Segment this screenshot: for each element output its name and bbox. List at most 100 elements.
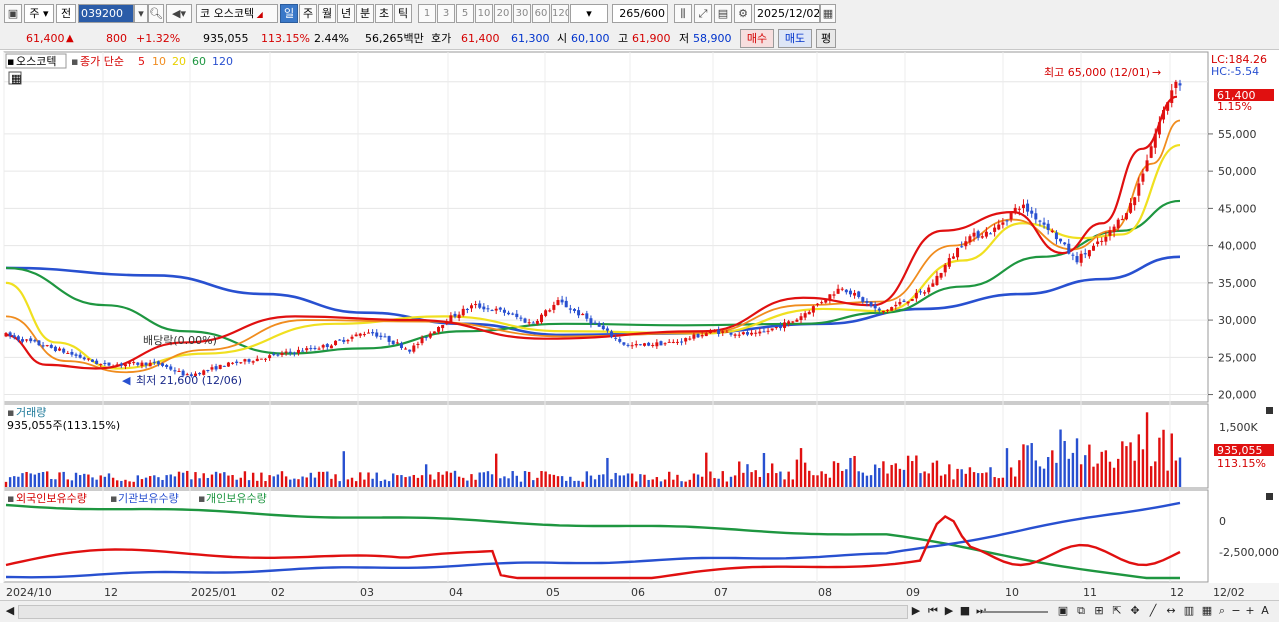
price-tick-3: 40,000 xyxy=(1218,240,1257,253)
volume-bar xyxy=(165,475,168,487)
scroll-right-icon[interactable]: ▶ xyxy=(910,603,922,619)
layout-icon[interactable]: ▣ xyxy=(1056,603,1070,619)
volume-bar xyxy=(841,470,844,487)
calendar-icon[interactable]: ▦ xyxy=(820,4,836,23)
volume-bar xyxy=(499,478,502,487)
volume-bar xyxy=(157,477,160,487)
interval-tab-60[interactable]: 60 xyxy=(532,4,550,23)
volume-bar xyxy=(37,472,41,487)
horizontal-scrollbar[interactable] xyxy=(18,605,908,619)
volume-bar xyxy=(116,480,119,487)
interval-tab-20[interactable]: 20 xyxy=(494,4,512,23)
period-tab-6[interactable]: 틱 xyxy=(394,4,412,23)
candle-type-icon[interactable]: ⫼ xyxy=(674,4,692,23)
volume-bar xyxy=(717,478,720,487)
save-icon[interactable]: ▤ xyxy=(714,4,732,23)
volume-bar xyxy=(297,479,300,487)
line-tool-icon[interactable]: ╱ xyxy=(1146,603,1160,619)
zoom-in-icon[interactable]: + xyxy=(1244,603,1256,619)
speaker-icon[interactable]: ◀▾ xyxy=(166,4,192,23)
x-tick-7: 06 xyxy=(631,586,645,599)
x-tick-4: 03 xyxy=(360,586,374,599)
market-type-label: 주 xyxy=(29,7,40,20)
stock-name-box[interactable]: 코 오스코텍 ◢ xyxy=(196,4,278,23)
pan-icon[interactable]: ✥ xyxy=(1128,603,1142,619)
stock-code-input[interactable]: 039200 xyxy=(78,4,134,23)
scroll-left-icon[interactable]: ◀ xyxy=(4,603,16,619)
interval-select[interactable]: ▾ xyxy=(570,4,608,23)
current-price: 61,400 xyxy=(26,32,65,45)
interval-tab-120[interactable]: 120 xyxy=(551,4,569,23)
volume-bar xyxy=(1121,441,1124,487)
period-tab-0[interactable]: 일 xyxy=(280,4,298,23)
first-page-icon[interactable]: ⏮ xyxy=(926,603,940,619)
volume-bar xyxy=(956,468,959,487)
volume-bar xyxy=(408,476,411,487)
split-icon[interactable]: ⊞ xyxy=(1092,603,1106,619)
volume-bar xyxy=(354,481,358,487)
table-icon[interactable]: ▦ xyxy=(1200,603,1214,619)
code-dropdown-icon[interactable]: ▾ xyxy=(134,4,148,23)
volume-bar xyxy=(45,471,49,487)
volume-bar xyxy=(470,474,473,487)
candle xyxy=(659,340,663,346)
period-tab-1[interactable]: 주 xyxy=(299,4,317,23)
volume-panel-close-icon[interactable] xyxy=(1266,407,1273,414)
volume-bar xyxy=(478,472,481,487)
copy-icon[interactable]: ⧉ xyxy=(1074,603,1088,619)
institution-legend-icon: ▪ xyxy=(110,492,117,505)
holding-panel-close-icon[interactable] xyxy=(1266,493,1273,500)
period-tab-4[interactable]: 분 xyxy=(356,4,374,23)
period-tab-3[interactable]: 년 xyxy=(337,4,355,23)
period-tab-2[interactable]: 월 xyxy=(318,4,336,23)
stock-chart[interactable]: ▪ 오스코텍 ▪ 종가 단순 5 10 20 60 120 ▦ 최고 65,00… xyxy=(0,50,1279,600)
count-display[interactable]: 265/600 xyxy=(612,4,668,23)
volume-bar xyxy=(602,474,605,487)
interval-tab-10[interactable]: 10 xyxy=(475,4,493,23)
settings-gear-icon[interactable]: ⚙ xyxy=(734,4,752,23)
zoom-out-icon[interactable]: − xyxy=(1230,603,1242,619)
search-icon[interactable]: 🔍︎ xyxy=(148,4,164,23)
zoom-slider[interactable] xyxy=(982,611,1048,613)
volume-bar xyxy=(62,471,65,487)
stop-icon[interactable]: ■ xyxy=(958,603,972,619)
change-amount: 800 xyxy=(106,32,127,45)
volume-bar xyxy=(1170,433,1173,487)
play-icon[interactable]: ▶ xyxy=(942,603,956,619)
interval-tab-30[interactable]: 30 xyxy=(513,4,531,23)
legend-individual: 개인보유수량 xyxy=(206,492,267,505)
draw-tool-icon[interactable]: ⤢ xyxy=(694,4,712,23)
market-type-select[interactable]: 주 ▾ xyxy=(24,4,54,23)
open-label: 시 xyxy=(557,32,568,45)
window-menu-icon[interactable]: ▣ xyxy=(4,4,22,23)
volume-bar xyxy=(144,477,148,487)
prev-select[interactable]: 전 xyxy=(56,4,76,23)
interval-tab-3[interactable]: 3 xyxy=(437,4,455,23)
candle xyxy=(334,340,338,346)
sell-button[interactable]: 매도 xyxy=(778,29,812,48)
period-tab-5[interactable]: 초 xyxy=(375,4,393,23)
chart-type-icon[interactable]: ▥ xyxy=(1182,603,1196,619)
font-size-icon[interactable]: A xyxy=(1258,603,1272,619)
volume-bar xyxy=(968,467,972,487)
cursor-icon[interactable]: ⇱ xyxy=(1110,603,1124,619)
ma-legend-title: 종가 단순 xyxy=(80,55,124,68)
volume-bar xyxy=(659,481,663,487)
volume-bar xyxy=(1133,460,1136,487)
prev-label: 전 xyxy=(60,7,72,20)
interval-tab-1[interactable]: 1 xyxy=(418,4,436,23)
flat-button[interactable]: 평 xyxy=(816,29,836,48)
buy-button[interactable]: 매수 xyxy=(740,29,774,48)
interval-tab-5[interactable]: 5 xyxy=(456,4,474,23)
measure-icon[interactable]: ↔ xyxy=(1164,603,1178,619)
candle xyxy=(696,333,700,338)
volume-bar xyxy=(404,477,407,487)
volume-bar xyxy=(350,477,354,487)
zoom-search-icon[interactable]: ⌕ xyxy=(1216,603,1228,619)
volume-bar xyxy=(346,479,350,487)
volume-bar xyxy=(433,479,436,487)
date-input[interactable]: 2025/12/02 xyxy=(754,4,820,23)
volume-bar xyxy=(383,479,387,487)
stock-label: 오스코텍 xyxy=(16,55,56,68)
volume-bar xyxy=(721,471,724,487)
